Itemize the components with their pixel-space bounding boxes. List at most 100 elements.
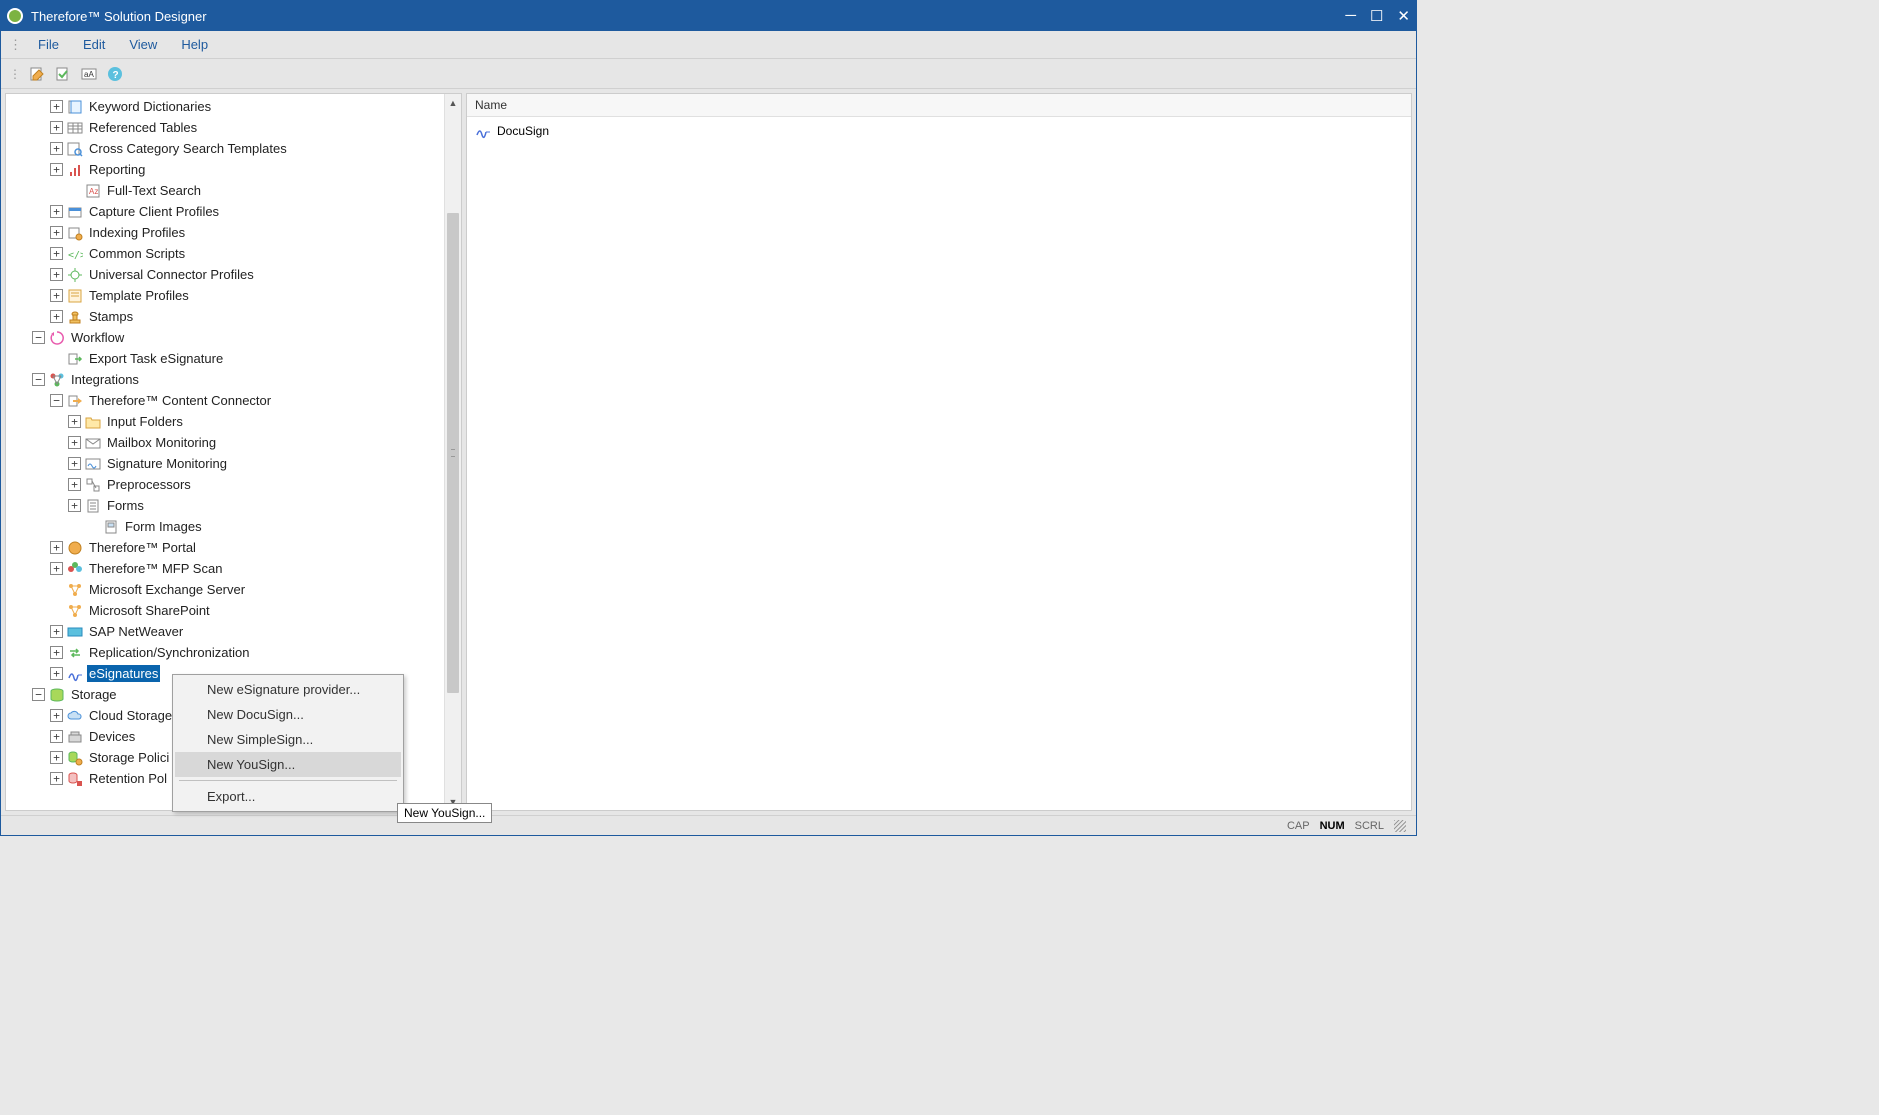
scrollbar-track[interactable] bbox=[445, 111, 461, 793]
tree-expander[interactable]: + bbox=[68, 436, 81, 449]
tree-expander[interactable]: + bbox=[50, 751, 63, 764]
toolbar-help-button[interactable] bbox=[105, 64, 125, 84]
fulltext-icon bbox=[85, 183, 101, 199]
tree-node-label: Retention Pol bbox=[87, 770, 169, 787]
tree-node[interactable]: Full-Text Search bbox=[6, 180, 444, 201]
tree-node[interactable]: +Common Scripts bbox=[6, 243, 444, 264]
tree-expander[interactable]: + bbox=[50, 646, 63, 659]
resize-grip[interactable] bbox=[1394, 820, 1406, 832]
tree-node[interactable]: Form Images bbox=[6, 516, 444, 537]
toolbar-edit-button[interactable] bbox=[27, 64, 47, 84]
tree-expander bbox=[68, 184, 81, 197]
toolbar-grip[interactable]: ⋮ bbox=[9, 67, 19, 81]
tree-expander[interactable]: + bbox=[50, 709, 63, 722]
tree-node-label: Export Task eSignature bbox=[87, 350, 225, 367]
tree-node[interactable]: +SAP NetWeaver bbox=[6, 621, 444, 642]
context-menu-item[interactable]: New YouSign... bbox=[175, 752, 401, 777]
tree-node[interactable]: −Therefore™ Content Connector bbox=[6, 390, 444, 411]
context-menu-item[interactable]: New DocuSign... bbox=[175, 702, 401, 727]
tree-expander[interactable]: − bbox=[32, 688, 45, 701]
menubar: ⋮ File Edit View Help bbox=[1, 31, 1416, 59]
context-menu-item[interactable]: New SimpleSign... bbox=[175, 727, 401, 752]
workflow-icon bbox=[49, 330, 65, 346]
tree-node[interactable]: +Universal Connector Profiles bbox=[6, 264, 444, 285]
tree-expander[interactable]: − bbox=[32, 331, 45, 344]
tree-expander[interactable]: + bbox=[50, 541, 63, 554]
toolbar-check-button[interactable] bbox=[53, 64, 73, 84]
tree-expander[interactable]: + bbox=[50, 268, 63, 281]
menu-edit[interactable]: Edit bbox=[73, 35, 115, 54]
tree-node[interactable]: +Capture Client Profiles bbox=[6, 201, 444, 222]
menu-view[interactable]: View bbox=[119, 35, 167, 54]
tree-node[interactable]: − Integrations bbox=[6, 369, 444, 390]
tree-node[interactable]: Microsoft Exchange Server bbox=[6, 579, 444, 600]
tree-node[interactable]: +Signature Monitoring bbox=[6, 453, 444, 474]
tree-node-label: Devices bbox=[87, 728, 137, 745]
tree-node[interactable]: Export Task eSignature bbox=[6, 348, 444, 369]
tree-node[interactable]: +Indexing Profiles bbox=[6, 222, 444, 243]
tree-node[interactable]: +Preprocessors bbox=[6, 474, 444, 495]
tree-node[interactable]: +Therefore™ Portal bbox=[6, 537, 444, 558]
tree-expander[interactable]: + bbox=[50, 289, 63, 302]
tree-expander[interactable]: + bbox=[50, 163, 63, 176]
tree-node-label: Stamps bbox=[87, 308, 135, 325]
tree-node[interactable]: +Cross Category Search Templates bbox=[6, 138, 444, 159]
tree-node-label: Microsoft Exchange Server bbox=[87, 581, 247, 598]
tree-expander[interactable]: + bbox=[50, 730, 63, 743]
tree-node[interactable]: + Stamps bbox=[6, 306, 444, 327]
tree-expander[interactable]: + bbox=[50, 205, 63, 218]
tree-expander[interactable]: − bbox=[50, 394, 63, 407]
tree-node[interactable]: +Template Profiles bbox=[6, 285, 444, 306]
menu-help[interactable]: Help bbox=[171, 35, 218, 54]
tree-expander[interactable]: + bbox=[50, 310, 63, 323]
tree-node[interactable]: +Reporting bbox=[6, 159, 444, 180]
titlebar[interactable]: Therefore™ Solution Designer ─ ☐ ✕ bbox=[1, 1, 1416, 31]
maximize-button[interactable]: ☐ bbox=[1370, 7, 1383, 25]
tree-expander[interactable]: + bbox=[50, 772, 63, 785]
tree-expander[interactable]: + bbox=[50, 247, 63, 260]
tree-node[interactable]: +Referenced Tables bbox=[6, 117, 444, 138]
scrollbar-up-arrow[interactable]: ▲ bbox=[445, 94, 461, 111]
menu-file[interactable]: File bbox=[28, 35, 69, 54]
exchange-icon bbox=[67, 582, 83, 598]
tree-expander[interactable]: + bbox=[50, 142, 63, 155]
tree-expander[interactable]: + bbox=[50, 100, 63, 113]
menubar-grip[interactable]: ⋮ bbox=[9, 37, 20, 53]
list-column-header-name[interactable]: Name bbox=[467, 94, 1411, 117]
tree-node[interactable]: Microsoft SharePoint bbox=[6, 600, 444, 621]
folder-icon bbox=[85, 414, 101, 430]
tree-expander[interactable]: + bbox=[50, 562, 63, 575]
tree-node-label: Keyword Dictionaries bbox=[87, 98, 213, 115]
tree-expander[interactable]: + bbox=[50, 226, 63, 239]
tree-node[interactable]: +Replication/Synchronization bbox=[6, 642, 444, 663]
tree-expander[interactable]: − bbox=[32, 373, 45, 386]
tree-expander[interactable]: + bbox=[68, 478, 81, 491]
tree-node[interactable]: +Therefore™ MFP Scan bbox=[6, 558, 444, 579]
tree-node[interactable]: +Input Folders bbox=[6, 411, 444, 432]
tree-node[interactable]: +Forms bbox=[6, 495, 444, 516]
tree-node[interactable]: −Workflow bbox=[6, 327, 444, 348]
sharepoint-icon bbox=[67, 603, 83, 619]
tree-expander[interactable]: + bbox=[50, 625, 63, 638]
tree-node-label: Integrations bbox=[69, 371, 141, 388]
template-icon bbox=[67, 288, 83, 304]
tree-scrollbar[interactable]: ▲ ▼ bbox=[444, 94, 461, 810]
list-body[interactable]: DocuSign bbox=[467, 117, 1411, 810]
scrollbar-thumb[interactable] bbox=[447, 213, 459, 693]
minimize-button[interactable]: ─ bbox=[1345, 7, 1356, 25]
tree-node[interactable]: +Mailbox Monitoring bbox=[6, 432, 444, 453]
tree-node[interactable]: + Keyword Dictionaries bbox=[6, 96, 444, 117]
list-item[interactable]: DocuSign bbox=[475, 121, 1403, 141]
form-img-icon bbox=[103, 519, 119, 535]
tree-expander[interactable]: + bbox=[68, 415, 81, 428]
portal-icon bbox=[67, 540, 83, 556]
tree-expander[interactable]: + bbox=[68, 457, 81, 470]
context-menu-item[interactable]: New eSignature provider... bbox=[175, 677, 401, 702]
tree-expander[interactable]: + bbox=[50, 121, 63, 134]
tree-expander[interactable]: + bbox=[68, 499, 81, 512]
close-button[interactable]: ✕ bbox=[1397, 7, 1410, 25]
context-menu-item[interactable]: Export... bbox=[175, 784, 401, 809]
status-num: NUM bbox=[1320, 820, 1345, 832]
toolbar-text-button[interactable] bbox=[79, 64, 99, 84]
tree-expander[interactable]: + bbox=[50, 667, 63, 680]
